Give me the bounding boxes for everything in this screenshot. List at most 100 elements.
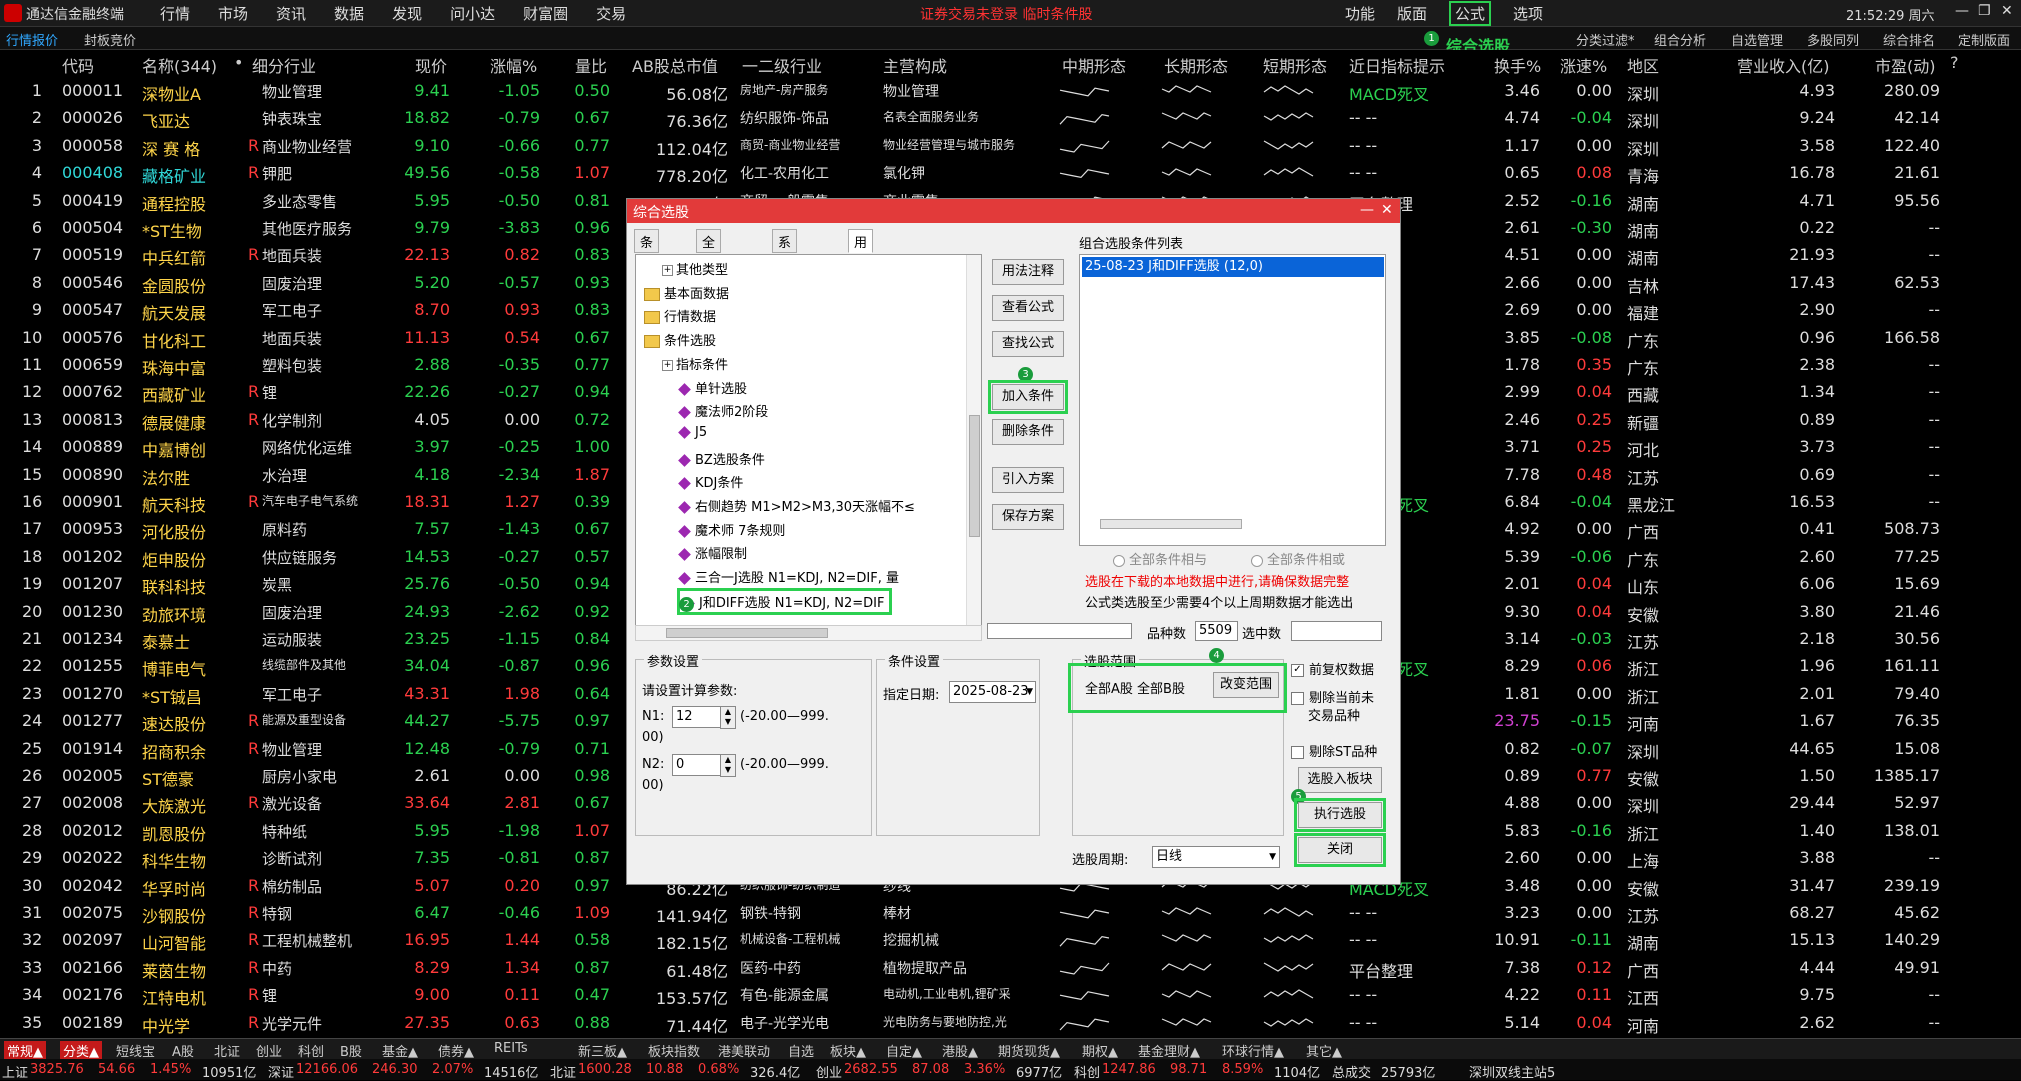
menu-quotes[interactable]: 行情	[160, 3, 190, 24]
tree-node[interactable]: 涨幅限制	[678, 543, 747, 562]
close-icon[interactable]: ✕	[2001, 3, 2013, 19]
find-formula-button[interactable]: 查找公式	[992, 331, 1064, 357]
table-row[interactable]: 3 000058 深 赛 格 R 商业物业经营 9.10 -0.66 0.77 112.04亿商…	[0, 133, 2021, 160]
index-name[interactable]: 科创	[1074, 1062, 1100, 1081]
index-delta[interactable]: 98.71	[1170, 1062, 1207, 1077]
index-pct[interactable]: 0.68%	[698, 1062, 739, 1077]
radio-or-icon[interactable]	[1251, 554, 1263, 567]
col-long-shape[interactable]: 长期形态	[1164, 53, 1228, 77]
market-tab[interactable]: 板块▲	[830, 1041, 866, 1060]
col-indicator-tip[interactable]: 近日指标提示	[1349, 53, 1445, 77]
list-hscroll-thumb[interactable]	[1100, 519, 1242, 529]
save-plan-button[interactable]: 保存方案	[992, 504, 1064, 530]
tree-hscroll-thumb[interactable]	[666, 628, 828, 638]
col-mid-shape[interactable]: 中期形态	[1062, 53, 1126, 77]
exclude-unlisted-checkbox[interactable]: 剔除当前未	[1291, 687, 1374, 706]
tab-combo-analysis[interactable]: 组合分析	[1654, 30, 1706, 49]
index-amount[interactable]: 14516亿	[484, 1062, 538, 1081]
market-tab[interactable]: 港股▲	[942, 1041, 978, 1060]
market-tab[interactable]: REITs	[494, 1041, 528, 1056]
col-short-shape[interactable]: 短期形态	[1263, 53, 1327, 77]
tree-node[interactable]: BZ选股条件	[678, 449, 765, 468]
index-amount[interactable]: 326.4亿	[750, 1062, 800, 1081]
market-tab[interactable]: 债券▲	[438, 1041, 474, 1060]
import-plan-button[interactable]: 引入方案	[992, 467, 1064, 493]
index-name[interactable]: 北证	[550, 1062, 576, 1081]
login-warning[interactable]: 证券交易未登录 临时条件股	[920, 4, 1092, 24]
tab-ranking[interactable]: 综合排名	[1883, 30, 1935, 49]
tab-watchlist[interactable]: 自选管理	[1731, 30, 1783, 49]
minimize-icon[interactable]: —	[1955, 3, 1969, 19]
table-row[interactable]: 1 000011 深物业A 物业管理 9.41 -1.05 0.50 56.08亿 房地产-房产…	[0, 78, 2021, 105]
table-row[interactable]: 2 000026 飞亚达 钟表珠宝 18.82 -0.79 0.67 76.36亿 纺织服饰-饰…	[0, 105, 2021, 132]
menu-data[interactable]: 数据	[334, 3, 364, 24]
date-dropdown-icon[interactable]: ▼	[1026, 682, 1033, 702]
col-market-cap[interactable]: AB股总市值	[632, 53, 718, 77]
tree-node[interactable]: KDJ条件	[678, 472, 743, 491]
change-range-button[interactable]: 改变范围	[1213, 672, 1279, 698]
table-row[interactable]: 31 002075 沙钢股份 R 特钢 6.47 -0.46 1.09 141.94亿 钢铁-特钢…	[0, 900, 2021, 927]
market-tab[interactable]: 期权▲	[1082, 1041, 1118, 1060]
tab-multi-stock[interactable]: 多股同列	[1807, 30, 1859, 49]
index-value[interactable]: 3825.76	[30, 1062, 84, 1077]
view-formula-button[interactable]: 查看公式	[992, 295, 1064, 321]
menu-wealth[interactable]: 财富圈	[523, 3, 568, 24]
col-pe[interactable]: 市盈(动)	[1875, 53, 1936, 77]
market-tab[interactable]: 新三板▲	[578, 1041, 627, 1060]
market-tab[interactable]: A股	[172, 1041, 194, 1060]
condition-tree[interactable]: + 其他类型 基本面数据 行情数据 条件选股 + 指标条件 单针选股 魔法师2阶段 J5 BZ选股条…	[635, 254, 982, 626]
col-sector[interactable]: 一二级行业	[742, 53, 822, 77]
tree-node[interactable]: J5	[678, 425, 707, 440]
tree-vscroll-thumb[interactable]	[969, 415, 980, 537]
condition-list-item[interactable]: 25-08-23 J和DIFF选股 (12,0)	[1082, 257, 1384, 277]
exclude-st-check-icon[interactable]	[1291, 746, 1304, 759]
tree-node[interactable]: 三合一J选股 N1=KDJ, N2=DIF, 量	[678, 567, 899, 586]
market-tab[interactable]: 北证	[214, 1041, 240, 1060]
menu-trade[interactable]: 交易	[596, 3, 626, 24]
market-tab[interactable]: 基金▲	[382, 1041, 418, 1060]
market-tab[interactable]: 分类▲	[60, 1041, 102, 1060]
menu-market[interactable]: 市场	[218, 3, 248, 24]
index-name[interactable]: 深证	[268, 1062, 294, 1081]
add-condition-button[interactable]: 加入条件	[988, 380, 1068, 414]
dialog-minimize-icon[interactable]: —	[1360, 202, 1374, 218]
market-tab[interactable]: 创业	[256, 1041, 282, 1060]
index-value[interactable]: 12166.06	[296, 1062, 358, 1077]
market-tab[interactable]: 自定▲	[886, 1041, 922, 1060]
tree-node[interactable]: + 指标条件	[662, 354, 728, 373]
market-tab[interactable]: 环球行情▲	[1222, 1041, 1284, 1060]
exclude-unlisted-check-icon[interactable]	[1291, 692, 1304, 705]
index-name[interactable]: 上证	[2, 1062, 28, 1081]
market-tab[interactable]: B股	[340, 1041, 362, 1060]
table-row[interactable]: 34 002176 江特电机 R 锂 9.00 0.11 0.47 153.57亿 有色-能源金属…	[0, 982, 2021, 1009]
col-volume-ratio[interactable]: 量比	[575, 53, 607, 77]
tree-node[interactable]: 条件选股	[644, 330, 716, 349]
n1-input[interactable]: 12	[672, 706, 721, 728]
index-value[interactable]: 1247.86	[1102, 1062, 1156, 1077]
radio-all-or[interactable]: 全部条件相或	[1251, 549, 1345, 568]
run-screening-button[interactable]: 执行选股	[1294, 798, 1386, 832]
menu-layout[interactable]: 版面	[1397, 3, 1427, 26]
radio-all-and[interactable]: 全部条件相与	[1113, 549, 1207, 568]
tab-filter[interactable]: 分类过滤*	[1576, 30, 1635, 49]
tab-condition-group[interactable]: 条件组	[634, 229, 660, 289]
market-tab[interactable]: 期货现货▲	[998, 1041, 1060, 1060]
col-change[interactable]: 涨幅%	[490, 53, 537, 77]
index-value[interactable]: 2682.55	[844, 1062, 898, 1077]
tree-node[interactable]: 基本面数据	[644, 283, 729, 302]
tree-vscrollbar[interactable]	[966, 255, 981, 625]
tab-auction[interactable]: 封板竞价	[84, 30, 136, 49]
index-delta[interactable]: 246.30	[372, 1062, 418, 1077]
date-picker[interactable]: 2025-08-23 ▼	[949, 681, 1036, 703]
tab-user-conditions[interactable]: 用户条件	[848, 229, 874, 308]
menu-discover[interactable]: 发现	[392, 3, 422, 24]
menu-formula[interactable]: 公式	[1449, 1, 1492, 26]
col-code[interactable]: 代码	[62, 53, 94, 77]
dialog-titlebar[interactable]: 综合选股 — ✕	[627, 199, 1400, 223]
market-tab[interactable]: 板块指数	[648, 1041, 700, 1060]
index-value[interactable]: 1600.28	[578, 1062, 632, 1077]
tab-all-conditions[interactable]: 全部条件	[696, 229, 722, 308]
market-tab[interactable]: 常规▲	[4, 1041, 46, 1060]
tree-hscrollbar[interactable]	[635, 625, 982, 641]
col-region[interactable]: 地区	[1627, 53, 1659, 77]
